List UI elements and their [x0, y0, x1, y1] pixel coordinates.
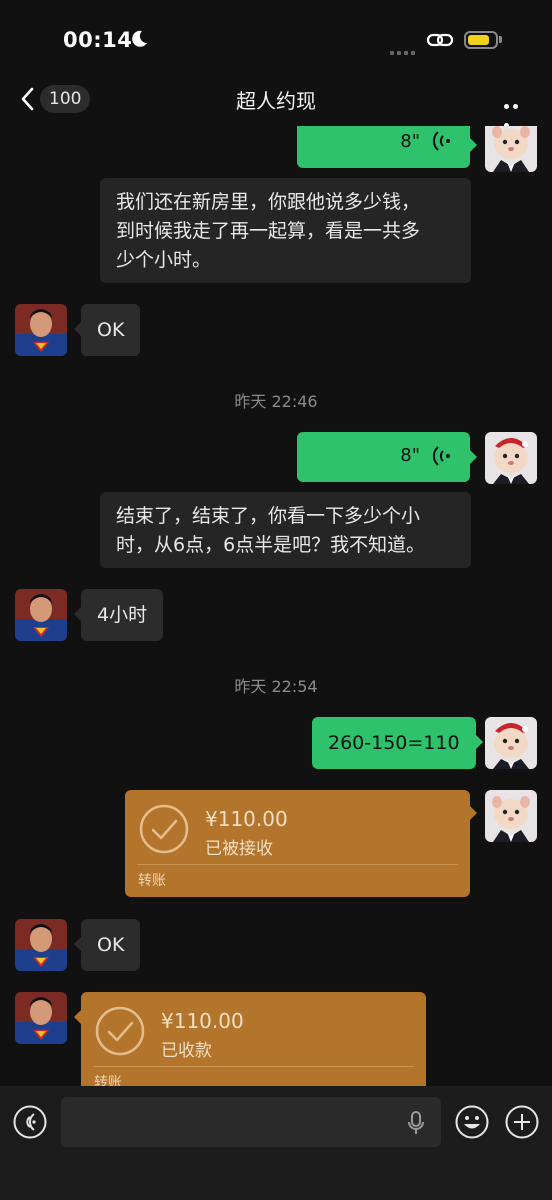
transfer-amount: ¥110.00	[205, 807, 288, 831]
transcript-line: 结束了，结束了，你看一下多少个小	[116, 505, 421, 527]
signal-icon	[390, 40, 418, 59]
voice-duration: 8"	[400, 445, 420, 466]
battery-icon	[464, 31, 498, 49]
transfer-status: 已被接收	[205, 839, 273, 859]
contact-avatar[interactable]	[15, 992, 67, 1044]
composer-bar	[0, 1086, 552, 1200]
transfer-status: 已收款	[161, 1041, 212, 1061]
chat-title: 超人约现	[236, 89, 316, 113]
my-avatar[interactable]	[485, 717, 537, 769]
bubble-tail	[74, 1010, 81, 1024]
text-message[interactable]: OK	[73, 304, 141, 356]
transfer-card-received[interactable]: ¥110.00 已收款 转账	[81, 992, 426, 1086]
bubble-tail	[470, 806, 477, 820]
text-message[interactable]: 260-150=110	[312, 717, 483, 769]
link-icon	[426, 33, 454, 47]
voice-wave-icon	[432, 131, 450, 151]
voice-wave-icon	[432, 446, 450, 466]
contact-avatar[interactable]	[15, 589, 67, 641]
battery-tip	[499, 36, 502, 43]
more-options-icon[interactable]	[504, 94, 530, 128]
timestamp-divider: 昨天 22:46	[234, 392, 318, 411]
voice-transcript[interactable]: 我们还在新房里，你跟他说多少钱， 到时候我走了再一起算，看是一共多 少个小时。	[100, 178, 471, 283]
contact-avatar[interactable]	[15, 919, 67, 971]
checkmark-circle-icon	[95, 1006, 145, 1056]
transfer-type-label: 转账	[138, 873, 166, 889]
transcript-line: 我们还在新房里，你跟他说多少钱，	[116, 191, 421, 213]
transcript-line: 时，从6点，6点半是吧？我不知道。	[116, 534, 426, 556]
chat-header: 100 超人约现	[0, 72, 552, 128]
message-text: OK	[97, 934, 125, 956]
microphone-icon[interactable]	[407, 1111, 425, 1135]
transfer-divider	[93, 1066, 414, 1067]
message-list[interactable]: 8" 我们还在新房里，你跟他说多少钱， 到时候我走了再一起算，看是一共多 少个小…	[0, 126, 552, 1086]
transfer-card-sent[interactable]: ¥110.00 已被接收 转账	[125, 790, 470, 897]
my-avatar[interactable]	[485, 126, 537, 172]
moon-icon	[132, 30, 147, 47]
voice-duration: 8"	[400, 131, 420, 152]
transcript-line: 到时候我走了再一起算，看是一共多	[116, 220, 421, 242]
contact-avatar[interactable]	[15, 304, 67, 356]
message-input[interactable]	[61, 1097, 441, 1147]
voice-message[interactable]: 8"	[297, 126, 477, 168]
message-text: 260-150=110	[328, 732, 460, 754]
message-text: 4小时	[97, 604, 148, 626]
clock: 00:14	[63, 28, 133, 52]
my-avatar[interactable]	[485, 790, 537, 842]
transfer-amount: ¥110.00	[161, 1009, 244, 1033]
checkmark-circle-icon	[139, 804, 189, 854]
text-message[interactable]: 4小时	[73, 589, 164, 641]
emoji-icon[interactable]	[455, 1105, 489, 1139]
my-avatar[interactable]	[485, 432, 537, 484]
voice-input-icon[interactable]	[13, 1105, 47, 1139]
message-text: OK	[97, 319, 125, 341]
status-bar: 00:14	[0, 0, 552, 80]
voice-transcript[interactable]: 结束了，结束了，你看一下多少个小 时，从6点，6点半是吧？我不知道。	[100, 492, 471, 568]
transcript-line: 少个小时。	[116, 249, 212, 271]
text-message[interactable]: OK	[73, 919, 141, 971]
add-attachment-icon[interactable]	[505, 1105, 539, 1139]
timestamp-divider: 昨天 22:54	[234, 677, 318, 696]
transfer-divider	[137, 864, 458, 865]
voice-message[interactable]: 8"	[297, 432, 477, 482]
transfer-type-label: 转账	[94, 1075, 122, 1086]
